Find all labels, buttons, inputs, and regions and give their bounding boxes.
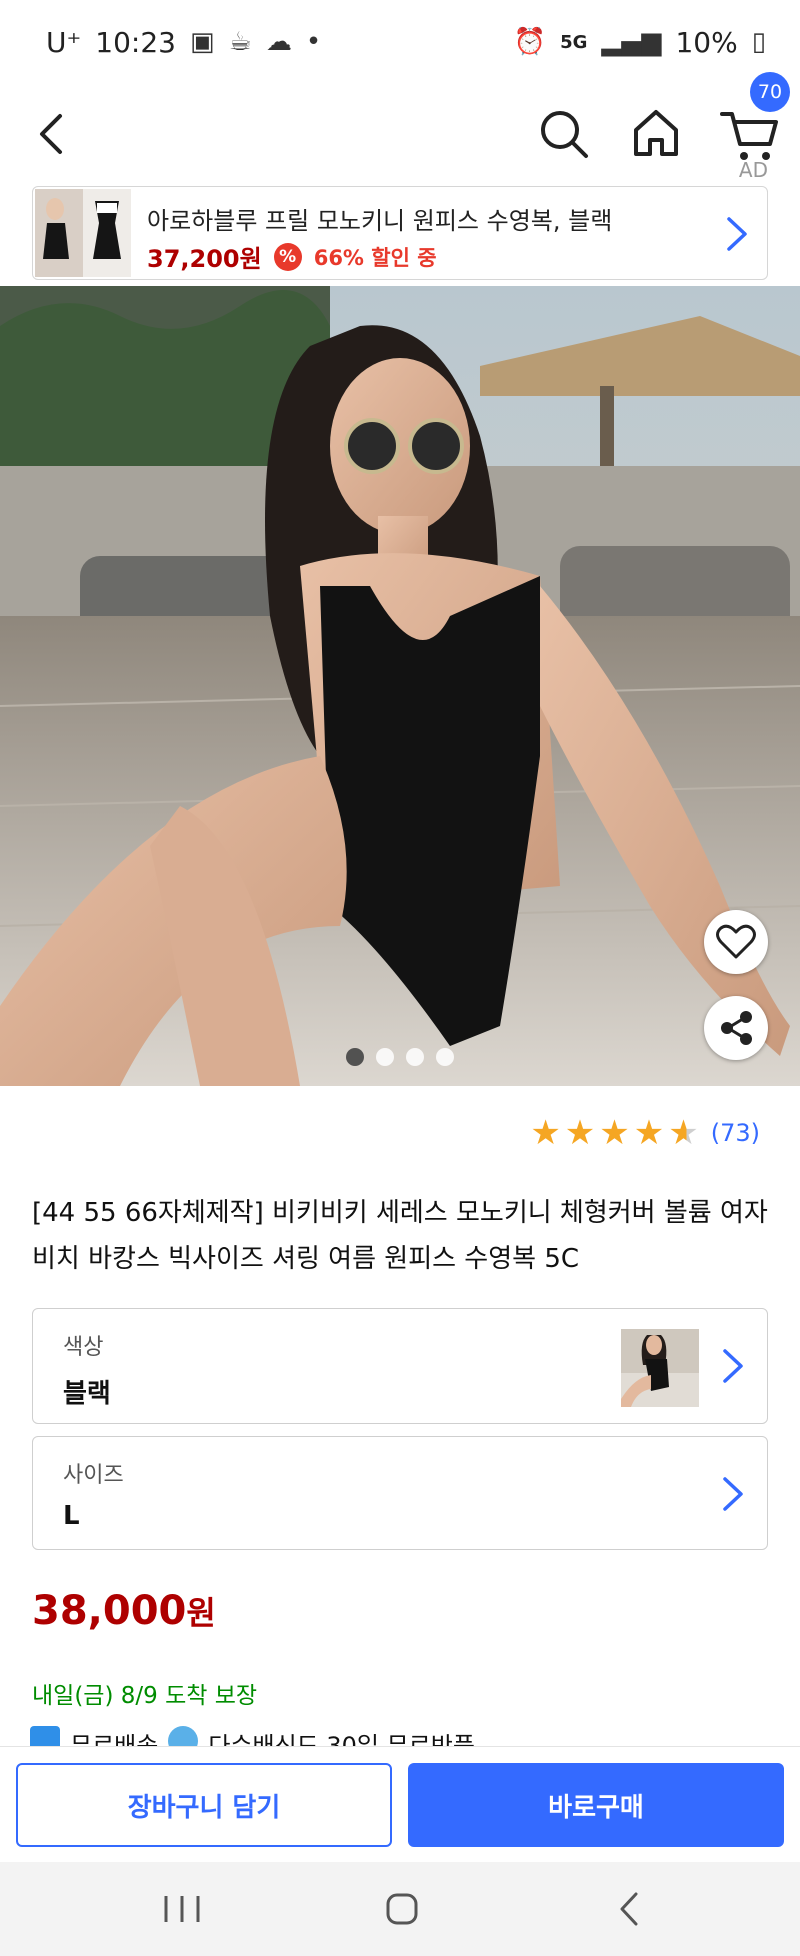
- return-icon: [168, 1726, 199, 1746]
- color-option-thumbnail: [621, 1329, 699, 1407]
- top-navigation: [0, 84, 800, 184]
- star-icon: ★: [530, 1113, 561, 1153]
- carousel-dot[interactable]: [346, 1048, 364, 1066]
- ad-discount-text: 66% 할인 중: [313, 245, 437, 270]
- cart-icon[interactable]: [718, 104, 782, 164]
- ad-price: 37,200원: [147, 245, 262, 273]
- search-icon[interactable]: [536, 106, 592, 162]
- heart-icon: [716, 924, 756, 959]
- home-icon[interactable]: [628, 104, 684, 160]
- battery-level: 10%: [675, 25, 738, 59]
- free-shipping-label: 무료배송: [70, 1732, 159, 1746]
- clock: 10:23: [95, 25, 176, 59]
- gallery-notification-icon: ▣: [189, 27, 215, 57]
- star-icon: ★: [564, 1113, 596, 1153]
- buy-now-button[interactable]: 바로구매: [408, 1763, 784, 1847]
- cloud-notification-icon: ☁: [265, 27, 292, 57]
- price-amount: 38,000: [32, 1588, 187, 1634]
- back-arrow-icon[interactable]: [26, 106, 82, 162]
- wishlist-button[interactable]: [704, 910, 768, 974]
- carousel-dot[interactable]: [406, 1048, 424, 1066]
- status-right: ⏰ 5G ▂▄▆ 10% ▯: [514, 26, 766, 59]
- carrier-label: U⁺: [46, 25, 82, 59]
- product-image-carousel[interactable]: [0, 286, 800, 1086]
- ad-banner[interactable]: 아로하블루 프릴 모노키니 원피스 수영복, 블랙 37,200원 % 66% …: [32, 186, 768, 280]
- carousel-dot[interactable]: [376, 1048, 394, 1066]
- cup-notification-icon: ☕: [228, 27, 252, 57]
- network-type: 5G: [560, 31, 588, 53]
- discount-percent-icon: %: [273, 242, 302, 271]
- more-notifications-icon: •: [305, 27, 322, 57]
- add-to-cart-button[interactable]: 장바구니 담기: [16, 1763, 392, 1847]
- product-rating[interactable]: ★ ★ ★ ★ ★ (73): [530, 1116, 760, 1150]
- ad-title: 아로하블루 프릴 모노키니 원피스 수영복, 블랙: [147, 207, 613, 235]
- recent-apps-icon[interactable]: [152, 1884, 212, 1934]
- carousel-indicator: [0, 1048, 800, 1066]
- chevron-right-icon: [727, 217, 747, 251]
- product-photo: [0, 286, 800, 1086]
- bottom-action-bar: 장바구니 담기 바로구매: [0, 1746, 800, 1862]
- signal-icon: ▂▄▆: [601, 27, 662, 57]
- price-unit: 원: [186, 1594, 216, 1632]
- free-return-label: 다슈배신드 30일 무료반품: [208, 1732, 475, 1746]
- product-title: [44 55 66자체제작] 비키비키 세레스 모노키니 체형커버 볼륨 여자 …: [32, 1198, 768, 1274]
- shipping-info-row: 무료배송 다슈배신드 30일 무료반품: [30, 1726, 770, 1746]
- chevron-right-icon: [723, 1349, 743, 1383]
- size-option-label: 사이즈: [63, 1463, 124, 1488]
- status-left: U⁺ 10:23 ▣ ☕ ☁ •: [46, 26, 321, 59]
- star-icon: ★: [599, 1113, 630, 1153]
- color-option-value: 블랙: [63, 1379, 111, 1409]
- delivery-guarantee: 내일(금) 8/9 도착 보장: [32, 1683, 258, 1709]
- system-navigation-bar: [0, 1862, 800, 1956]
- color-option-selector[interactable]: 색상 블랙: [32, 1308, 768, 1424]
- star-icon: ★: [633, 1113, 665, 1153]
- color-option-label: 색상: [63, 1335, 104, 1360]
- system-back-icon[interactable]: [600, 1884, 660, 1934]
- chevron-right-icon: [723, 1477, 743, 1511]
- carousel-dot[interactable]: [436, 1048, 454, 1066]
- ad-price-row: 37,200원 % 66% 할인 중: [147, 239, 437, 274]
- alarm-icon: ⏰: [513, 27, 547, 57]
- ad-product-thumbnail: [35, 189, 131, 277]
- product-price: 38,000원: [32, 1588, 216, 1634]
- half-star-icon: ★: [668, 1113, 699, 1153]
- ad-label: AD: [738, 158, 768, 182]
- battery-icon: ▯: [751, 27, 766, 57]
- share-icon: [721, 1011, 752, 1045]
- review-count[interactable]: (73): [711, 1119, 760, 1147]
- size-option-selector[interactable]: 사이즈 L: [32, 1436, 768, 1550]
- status-bar: U⁺ 10:23 ▣ ☕ ☁ • ⏰ 5G ▂▄▆ 10% ▯: [0, 0, 800, 84]
- truck-icon: [30, 1726, 60, 1746]
- size-option-value: L: [63, 1501, 80, 1531]
- home-button-icon[interactable]: [372, 1884, 432, 1934]
- cart-count-badge: 70: [750, 72, 790, 112]
